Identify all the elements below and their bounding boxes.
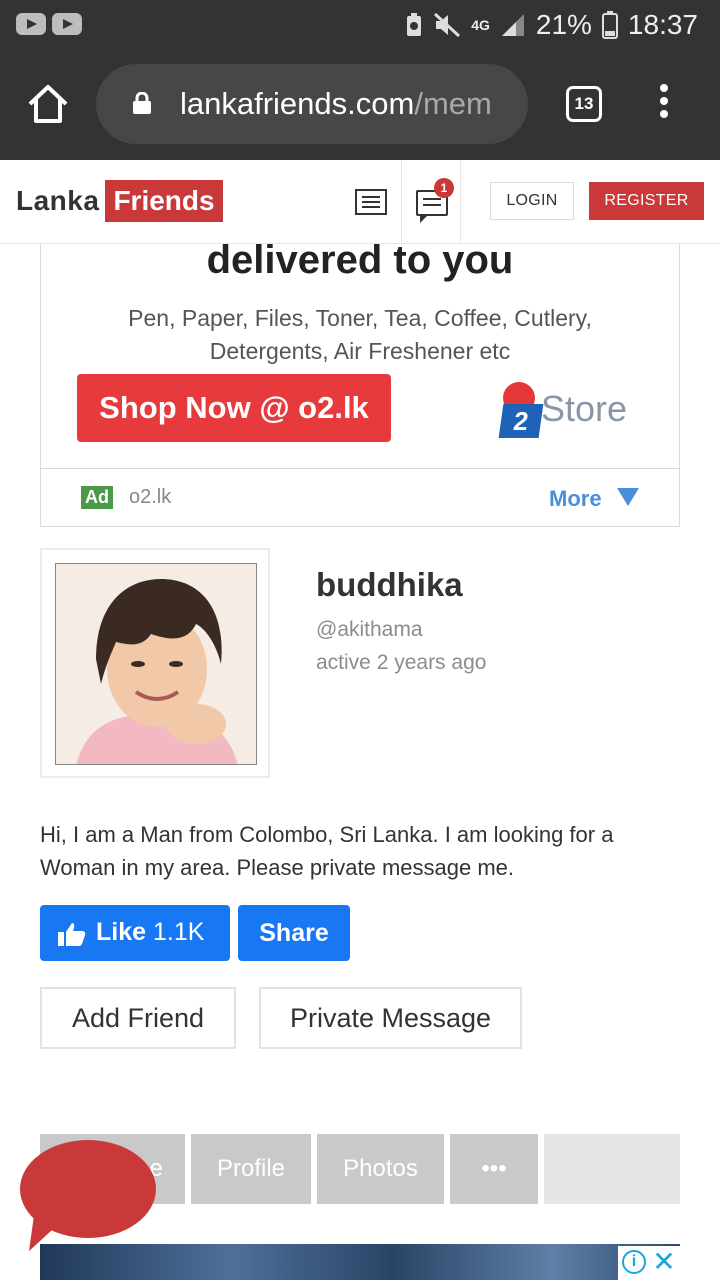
battery-percent: 21%: [535, 9, 592, 40]
ad-creative[interactable]: delivered to you Pen, Paper, Files, Tone…: [41, 244, 679, 469]
sponsored-ad[interactable]: delivered to you Pen, Paper, Files, Tone…: [40, 244, 680, 527]
notification-badge: 1: [434, 178, 454, 198]
chevron-down-icon[interactable]: [617, 488, 639, 506]
bottom-ad-banner[interactable]: [40, 1244, 680, 1280]
logo-digit: 2: [498, 404, 544, 438]
url-host: lankafriends.com: [180, 86, 415, 121]
ad-domain[interactable]: o2.lk: [129, 486, 171, 509]
mute-icon: [434, 12, 461, 38]
add-friend-button[interactable]: Add Friend: [40, 987, 236, 1049]
profile-handle: @akithama: [316, 618, 423, 641]
ad-headline: delivered to you: [206, 244, 514, 282]
network-type: 4G: [471, 17, 490, 33]
ad-more-link[interactable]: More: [549, 486, 602, 512]
like-count: 1.1K: [153, 918, 205, 946]
login-button[interactable]: LOGIN: [490, 182, 574, 220]
ad-copy: Pen, Paper, Files, Toner, Tea, Coffee, C…: [41, 302, 679, 368]
youtube-notification-icon: [52, 13, 82, 35]
avatar[interactable]: [55, 563, 257, 765]
site-logo[interactable]: Lanka Friends: [16, 180, 223, 222]
private-message-button[interactable]: Private Message: [259, 987, 522, 1049]
like-label: Like: [96, 918, 147, 946]
ad-copy-line: Detergents, Air Freshener etc: [209, 338, 511, 364]
tab-switcher-button[interactable]: 13: [566, 86, 602, 122]
address-bar[interactable]: lankafriends.com/mem: [96, 64, 528, 144]
avatar-photo: [56, 564, 256, 764]
last-active: active 2 years ago: [316, 651, 487, 674]
battery-icon: [601, 11, 618, 39]
facebook-share-button[interactable]: Share: [238, 905, 350, 961]
url-path: /mem: [414, 86, 492, 121]
logo-store-text: Store: [541, 388, 628, 429]
clock: 18:37: [627, 9, 698, 40]
ad-copy-line: Pen, Paper, Files, Toner, Tea, Coffee, C…: [128, 305, 592, 331]
shop-now-button[interactable]: Shop Now @ o2.lk: [77, 374, 391, 442]
signal-icon: [501, 14, 524, 36]
url-text: lankafriends.com/mem: [180, 86, 492, 122]
profile-name: buddhika: [316, 566, 463, 603]
close-icon[interactable]: ✕: [652, 1246, 676, 1278]
overflow-menu-icon[interactable]: [654, 84, 674, 124]
activity-list-icon[interactable]: [355, 189, 387, 215]
tab-profile[interactable]: Profile: [191, 1134, 311, 1204]
register-button[interactable]: REGISTER: [589, 182, 704, 220]
logo-text-lanka: Lanka: [16, 185, 100, 216]
tab-photos[interactable]: Photos: [317, 1134, 444, 1204]
adchoices: i ✕: [618, 1246, 680, 1280]
browser-toolbar: lankafriends.com/mem 13: [0, 50, 720, 160]
o2-store-logo: 2 Store: [495, 368, 645, 448]
chat-bubble-icon[interactable]: [20, 1140, 156, 1238]
recycle-icon: [407, 13, 422, 36]
profile-bio: Hi, I am a Man from Colombo, Sri Lanka. …: [40, 822, 614, 880]
site-header: Lanka Friends LOGIN REGISTER: [0, 160, 720, 244]
profile-avatar-frame: [40, 548, 270, 778]
facebook-like-button[interactable]: Like 1.1K: [40, 905, 230, 961]
ad-footer: Ad o2.lk More: [41, 470, 679, 526]
home-button[interactable]: [24, 80, 72, 128]
logo-text-friends: Friends: [105, 180, 223, 222]
header-divider: [401, 160, 402, 244]
status-bar: 4G 21% 18:37: [0, 0, 720, 50]
header-divider: [460, 160, 461, 244]
info-icon[interactable]: i: [622, 1250, 646, 1274]
tab-spacer: [544, 1134, 680, 1204]
tab-more[interactable]: •••: [450, 1134, 538, 1204]
lock-icon: [133, 92, 151, 114]
ad-label: Ad: [81, 486, 113, 509]
home-icon: [28, 85, 68, 123]
youtube-notification-icon: [16, 13, 46, 35]
thumbs-up-icon: [58, 923, 86, 946]
